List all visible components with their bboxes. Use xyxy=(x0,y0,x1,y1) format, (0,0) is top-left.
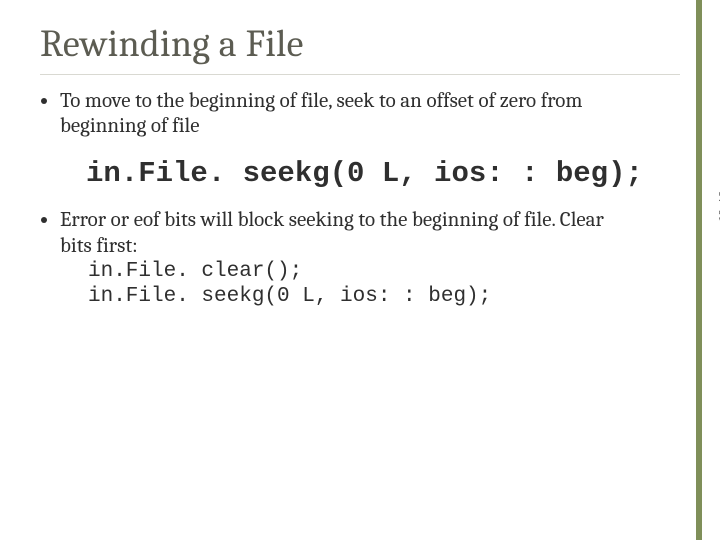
bullet-2-intro: Error or eof bits will block seeking to … xyxy=(60,208,604,257)
bullet-2: Error or eof bits will block seeking to … xyxy=(60,208,680,309)
slide-title: Rewinding a File xyxy=(40,22,680,66)
code-clear: in.File. clear(); xyxy=(88,259,640,284)
page-number: 13-49 xyxy=(716,190,720,220)
bullet-1: To move to the beginning of file, seek t… xyxy=(60,89,680,139)
slide: Rewinding a File To move to the beginnin… xyxy=(0,0,720,540)
accent-bar xyxy=(696,0,702,540)
title-rule xyxy=(40,74,680,75)
code-seek: in.File. seekg(0 L, ios: : beg); xyxy=(88,284,640,309)
body-list-2: Error or eof bits will block seeking to … xyxy=(40,208,680,309)
body-list: To move to the beginning of file, seek t… xyxy=(40,89,680,139)
code-main: in.File. seekg(0 L, ios: : beg); xyxy=(86,157,680,190)
